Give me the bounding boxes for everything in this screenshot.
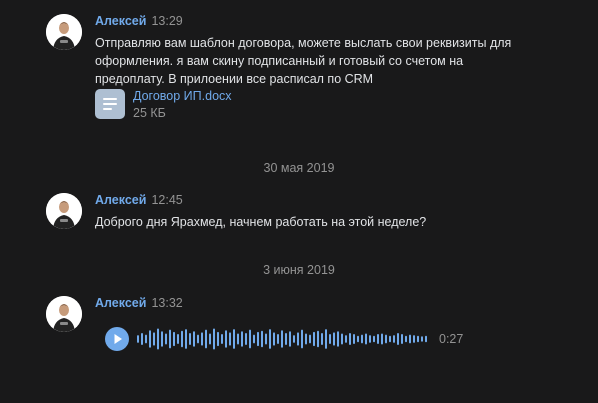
voice-message-player: 0:27 — [105, 326, 485, 352]
waveform-bar — [361, 334, 363, 344]
waveform-bar — [201, 332, 203, 346]
waveform-bar — [241, 331, 243, 347]
message-text: Доброго дня Ярахмед, начнем работать на … — [95, 215, 427, 229]
waveform-bar — [373, 335, 375, 343]
waveform-bar — [337, 331, 339, 347]
waveform-bar — [157, 328, 159, 350]
waveform-bar — [189, 332, 191, 346]
waveform-bar — [385, 334, 387, 344]
waveform-bar — [253, 334, 255, 344]
avatar[interactable] — [46, 296, 82, 332]
waveform-bar — [329, 334, 331, 344]
waveform-bar — [417, 335, 419, 343]
waveform-bar — [273, 332, 275, 346]
waveform-bar — [409, 334, 411, 344]
waveform-bar — [333, 332, 335, 346]
document-icon — [95, 89, 125, 119]
waveform-bar — [389, 335, 391, 343]
waveform-bar — [281, 330, 283, 348]
waveform-bar — [309, 334, 311, 344]
waveform-bar — [261, 330, 263, 348]
message-text: Отправляю вам шаблон договора, можете вы… — [95, 36, 512, 86]
avatar[interactable] — [46, 193, 82, 229]
waveform-bar — [285, 332, 287, 346]
waveform-bar — [137, 335, 139, 343]
waveform-bar — [341, 333, 343, 345]
file-size: 25 КБ — [133, 106, 166, 120]
waveform-bar — [169, 329, 171, 349]
waveform-bar — [365, 333, 367, 345]
waveform-bar — [325, 329, 327, 349]
waveform-bar — [397, 332, 399, 346]
waveform-bar — [349, 332, 351, 346]
waveform-bar — [269, 329, 271, 349]
author-name[interactable]: Алексей — [95, 14, 146, 28]
chat-history[interactable]: Алексей 13:29 Отправляю вам шаблон догово… — [0, 0, 598, 403]
waveform-bar — [197, 334, 199, 344]
file-attachment[interactable]: Договор ИП.docx 25 КБ — [95, 89, 345, 121]
waveform-bar — [221, 334, 223, 344]
author-name[interactable]: Алексей — [95, 296, 146, 310]
waveform-bar — [405, 335, 407, 343]
waveform-bar — [177, 334, 179, 344]
waveform-bar — [233, 329, 235, 349]
waveform-bar — [401, 334, 403, 344]
waveform-bar — [277, 334, 279, 344]
file-name[interactable]: Договор ИП.docx — [133, 89, 232, 104]
waveform-bar — [149, 330, 151, 348]
waveform-bar — [413, 335, 415, 343]
waveform-bar — [353, 334, 355, 344]
waveform-bar — [289, 331, 291, 347]
date-separator: 30 мая 2019 — [263, 161, 335, 175]
waveform-bar — [145, 334, 147, 344]
waveform-bar — [181, 330, 183, 348]
message-time: 13:29 — [151, 14, 183, 28]
waveform-bar — [185, 329, 187, 349]
waveform-bar — [161, 331, 163, 347]
waveform-bar — [321, 332, 323, 346]
waveform-bar — [265, 333, 267, 345]
message-header: Алексей 12:45 — [95, 193, 183, 208]
message-header: Алексей 13:32 — [95, 296, 183, 311]
waveform-bar — [173, 331, 175, 347]
waveform-bar — [381, 333, 383, 345]
message-header: Алексей 13:29 — [95, 14, 183, 29]
waveform-bar — [301, 329, 303, 349]
waveform-bar — [217, 331, 219, 347]
avatar[interactable] — [46, 14, 82, 50]
waveform-bar — [225, 330, 227, 348]
waveform-bar — [393, 335, 395, 343]
waveform-bar — [421, 336, 423, 342]
date-separator: 3 июня 2019 — [263, 263, 335, 277]
waveform-bar — [237, 333, 239, 345]
waveform-bar — [293, 335, 295, 343]
waveform-bar — [377, 334, 379, 344]
waveform-bar — [193, 331, 195, 347]
waveform-bar — [141, 332, 143, 346]
waveform-bar — [345, 335, 347, 343]
message-time: 12:45 — [151, 193, 183, 207]
waveform-bar — [249, 329, 251, 349]
waveform-bar — [425, 335, 427, 343]
waveform-bar — [297, 332, 299, 346]
waveform-bar — [357, 335, 359, 343]
waveform-bar — [229, 332, 231, 346]
play-icon — [114, 334, 122, 344]
author-name[interactable]: Алексей — [95, 193, 146, 207]
audio-duration: 0:27 — [439, 332, 464, 346]
waveform-bar — [369, 335, 371, 343]
waveform-bar — [257, 331, 259, 347]
waveform-bar — [245, 332, 247, 346]
waveform-bar — [305, 333, 307, 345]
waveform-bar — [209, 333, 211, 345]
play-button[interactable] — [105, 327, 129, 351]
waveform-bar — [213, 328, 215, 350]
waveform-bar — [153, 332, 155, 346]
waveform-bar — [313, 331, 315, 347]
waveform-bar — [205, 329, 207, 349]
audio-waveform[interactable] — [137, 326, 433, 352]
waveform-bar — [165, 333, 167, 345]
waveform-bar — [317, 330, 319, 348]
message-time: 13:32 — [151, 296, 183, 310]
